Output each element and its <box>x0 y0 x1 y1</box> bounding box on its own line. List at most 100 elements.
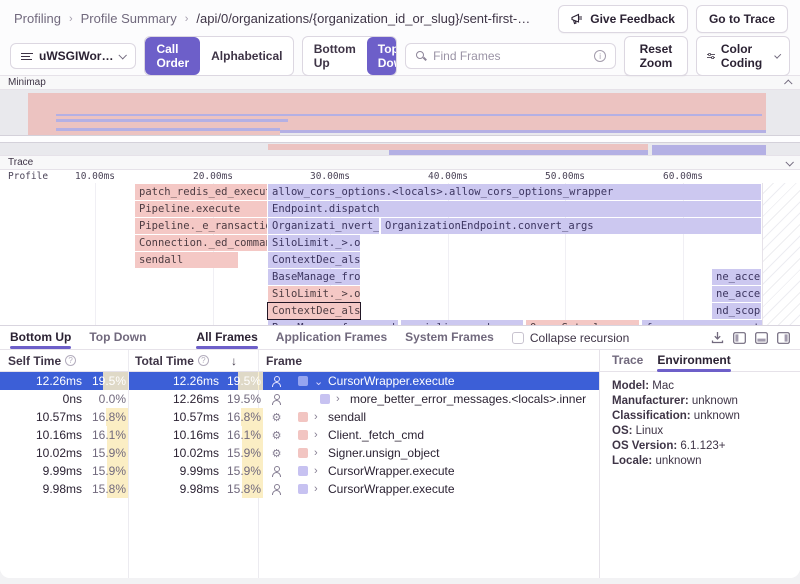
sort-alphabetical-button[interactable]: Alphabetical <box>200 44 293 68</box>
gear-icon: ⚙ <box>263 447 290 460</box>
reset-zoom-button[interactable]: Reset Zoom <box>624 36 688 76</box>
total-time-percent: 15.8% <box>219 482 263 496</box>
minimap-viewport[interactable] <box>0 135 800 143</box>
total-time-column-header[interactable]: Total Time ? <box>128 354 231 368</box>
detail-row: Locale: unknown <box>612 454 788 469</box>
chevron-down-icon <box>119 51 127 59</box>
tab-environment[interactable]: Environment <box>657 351 730 371</box>
frame-name: more_better_error_messages.<locals>.inne… <box>350 392 586 406</box>
bottom-panel: Bottom Up Top Down All Frames Applicatio… <box>0 325 800 578</box>
flame-frame[interactable]: SiloLimit._>.over <box>268 286 360 302</box>
flame-frame[interactable]: sendall <box>135 252 238 268</box>
chevron-right-icon[interactable]: › <box>314 429 322 441</box>
flame-frame[interactable]: Connection._ed_command <box>135 235 267 251</box>
flame-frame[interactable]: ne_access <box>712 269 761 285</box>
tab-trace[interactable]: Trace <box>612 351 643 371</box>
help-icon[interactable]: ? <box>65 355 76 366</box>
tab-all-frames[interactable]: All Frames <box>196 327 257 349</box>
dock-left-icon[interactable] <box>733 332 746 344</box>
color-coding-dropdown[interactable]: Color Coding <box>696 36 790 76</box>
tab-bottom-up[interactable]: Bottom Up <box>10 327 71 349</box>
collapse-trace-icon[interactable] <box>785 158 793 166</box>
chevron-right-icon[interactable]: › <box>336 393 344 405</box>
column-divider[interactable] <box>128 350 129 578</box>
detail-row: OS Version: 6.1.123+ <box>612 439 788 454</box>
tab-system-frames[interactable]: System Frames <box>405 327 494 349</box>
self-time-percent: 15.9% <box>82 446 128 460</box>
flame-frame[interactable]: Pipeline.execute <box>135 201 267 217</box>
frame-cell: ›sendall <box>290 410 599 424</box>
flame-frame[interactable]: allow_cors_options.<locals>.allow_cors_o… <box>268 184 761 200</box>
self-time-percent: 0.0% <box>82 392 128 406</box>
table-row[interactable]: 10.57ms16.8%10.57ms16.8%⚙›sendall <box>0 408 599 426</box>
collapse-minimap-icon[interactable] <box>784 79 792 87</box>
profile-end-hatch <box>762 183 800 325</box>
help-icon[interactable]: ? <box>198 355 209 366</box>
minimap-canvas[interactable] <box>0 90 800 155</box>
flame-frame[interactable]: Endpoint.dispatch <box>268 201 761 217</box>
dock-right-icon[interactable] <box>777 332 790 344</box>
go-to-trace-button[interactable]: Go to Trace <box>696 5 788 33</box>
sort-call-order-button[interactable]: Call Order <box>145 37 200 75</box>
total-time-value: 9.98ms <box>128 482 219 496</box>
detail-row: Classification: unknown <box>612 409 788 424</box>
time-tick: 30.00ms <box>310 171 350 182</box>
flamegraph[interactable]: patch_redis_ed_executeallow_cors_options… <box>0 183 800 325</box>
flame-frame[interactable]: nd_scopes <box>712 303 761 319</box>
flame-frame[interactable]: BaseManage_from_c <box>268 269 360 285</box>
give-feedback-button[interactable]: Give Feedback <box>558 5 688 33</box>
bottom-tabbar: Bottom Up Top Down All Frames Applicatio… <box>0 326 800 350</box>
dock-bottom-icon[interactable] <box>755 332 768 344</box>
breadcrumb-profiling[interactable]: Profiling <box>14 11 61 26</box>
table-row[interactable]: 10.16ms16.1%10.16ms16.1%⚙›Client._fetch_… <box>0 426 599 444</box>
toolbar: uWSGIWor… Call Order Alphabetical Left H… <box>0 37 800 75</box>
collapse-recursion-checkbox[interactable] <box>512 332 524 344</box>
chevron-right-icon[interactable]: › <box>314 465 322 477</box>
table-row[interactable]: 10.02ms15.9%10.02ms15.9%⚙›Signer.unsign_… <box>0 444 599 462</box>
thread-selector-dropdown[interactable]: uWSGIWor… <box>10 43 136 69</box>
flame-frame[interactable]: patch_redis_ed_execute <box>135 184 267 200</box>
table-row[interactable]: 0ns0.0%12.26ms19.5%›more_better_error_me… <box>0 390 599 408</box>
sliders-icon <box>707 51 715 61</box>
sort-desc-icon[interactable]: ↓ <box>231 354 258 368</box>
frame-cell: ›Signer.unsign_object <box>290 446 599 460</box>
tab-top-down[interactable]: Top Down <box>89 327 146 349</box>
direction-bottom-up-button[interactable]: Bottom Up <box>303 37 367 75</box>
self-time-percent: 19.5% <box>82 374 128 388</box>
detail-row: Model: Mac <box>612 379 788 394</box>
frame-column-header[interactable]: Frame <box>258 354 302 368</box>
time-tick: 20.00ms <box>193 171 233 182</box>
flame-frame[interactable]: Pipeline._e_ransaction <box>135 218 267 234</box>
table-rows: 12.26ms19.5%12.26ms19.5%⌄CursorWrapper.e… <box>0 372 599 498</box>
find-frames-search[interactable]: i <box>405 43 616 69</box>
trace-header: Trace <box>0 155 800 170</box>
flame-frame[interactable]: Organizati_nvert_args <box>268 218 379 234</box>
self-time-column-header[interactable]: Self Time ? <box>0 354 128 368</box>
frame-name: CursorWrapper.execute <box>328 374 455 388</box>
self-time-value: 12.26ms <box>0 374 82 388</box>
trace-label: Trace <box>8 157 33 168</box>
flame-frame[interactable]: SiloLimit._>.over <box>268 235 360 251</box>
info-icon: i <box>594 50 606 62</box>
table-row[interactable]: 9.98ms15.8%9.98ms15.8%›CursorWrapper.exe… <box>0 480 599 498</box>
flame-frame[interactable]: ne_access <box>712 286 761 302</box>
chevron-right-icon[interactable]: › <box>314 411 322 423</box>
direction-top-down-button[interactable]: Top Down <box>367 37 397 75</box>
tab-application-frames[interactable]: Application Frames <box>276 327 387 349</box>
search-input[interactable] <box>433 49 588 63</box>
flame-frame[interactable]: ContextDec_als>.i <box>268 252 360 268</box>
chevron-down-icon[interactable]: ⌄ <box>314 375 322 388</box>
download-icon[interactable] <box>711 331 724 344</box>
chevron-right-icon[interactable]: › <box>314 483 322 495</box>
total-time-value: 12.26ms <box>128 374 219 388</box>
flame-frame[interactable]: OrganizationEndpoint.convert_args <box>381 218 761 234</box>
total-time-percent: 15.9% <box>219 464 263 478</box>
table-row[interactable]: 12.26ms19.5%12.26ms19.5%⌄CursorWrapper.e… <box>0 372 599 390</box>
collapse-recursion-toggle[interactable]: Collapse recursion <box>512 331 629 345</box>
flame-frame-selected[interactable]: ContextDec_als>.i <box>268 303 360 319</box>
frame-cell: ›Client._fetch_cmd <box>290 428 599 442</box>
table-row[interactable]: 9.99ms15.9%9.99ms15.9%›CursorWrapper.exe… <box>0 462 599 480</box>
chevron-right-icon[interactable]: › <box>314 447 322 459</box>
breadcrumb-profile-summary[interactable]: Profile Summary <box>81 11 177 26</box>
sort-segmented-control: Call Order Alphabetical Left Heavy <box>144 36 293 76</box>
